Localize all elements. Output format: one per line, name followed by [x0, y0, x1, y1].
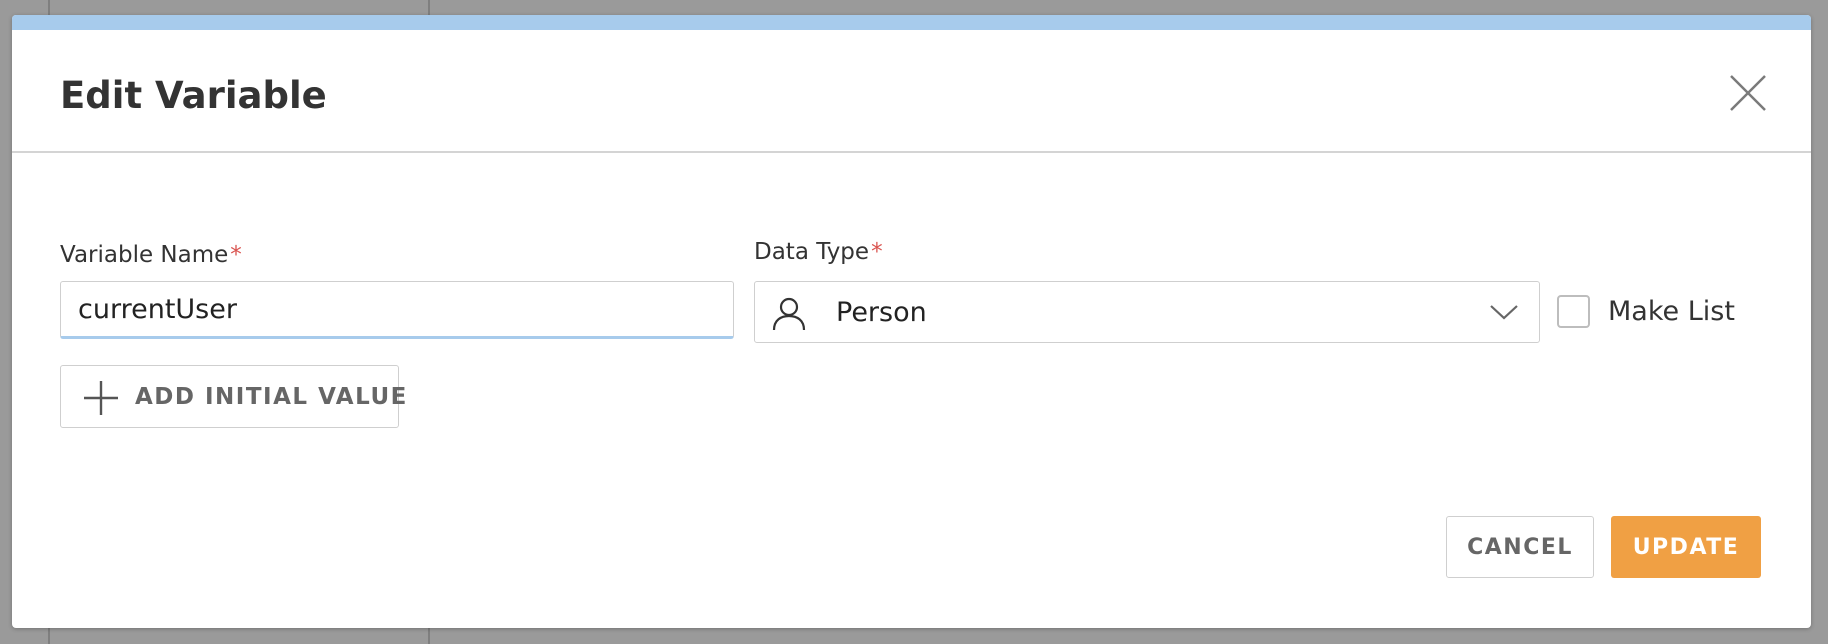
- add-initial-value-label: ADD INITIAL VALUE: [135, 384, 408, 410]
- close-icon: [1730, 75, 1766, 111]
- dialog-accent-bar: [12, 15, 1811, 30]
- update-button[interactable]: UPDATE: [1611, 516, 1761, 578]
- variable-name-input[interactable]: [60, 281, 734, 339]
- cancel-button[interactable]: CANCEL: [1446, 516, 1594, 578]
- close-button[interactable]: [1722, 67, 1774, 119]
- data-type-label: Data Type*: [754, 241, 883, 264]
- data-type-label-text: Data Type: [754, 239, 870, 265]
- make-list-checkbox[interactable]: [1557, 295, 1590, 328]
- variable-name-label: Variable Name*: [60, 244, 242, 267]
- data-type-selected-value: Person: [836, 297, 927, 328]
- header-divider: [12, 151, 1811, 153]
- plus-icon: [84, 381, 118, 415]
- data-type-select[interactable]: Person: [754, 281, 1540, 343]
- chevron-down-icon: [1490, 305, 1518, 320]
- required-marker: *: [230, 242, 242, 268]
- make-list-label[interactable]: Make List: [1608, 298, 1735, 325]
- required-marker: *: [871, 239, 883, 265]
- edit-variable-dialog: Edit Variable Variable Name* Data Type* …: [12, 15, 1811, 628]
- variable-name-label-text: Variable Name: [60, 242, 229, 268]
- person-icon: [772, 297, 806, 331]
- dialog-title: Edit Variable: [60, 74, 327, 117]
- add-initial-value-button[interactable]: ADD INITIAL VALUE: [60, 365, 406, 428]
